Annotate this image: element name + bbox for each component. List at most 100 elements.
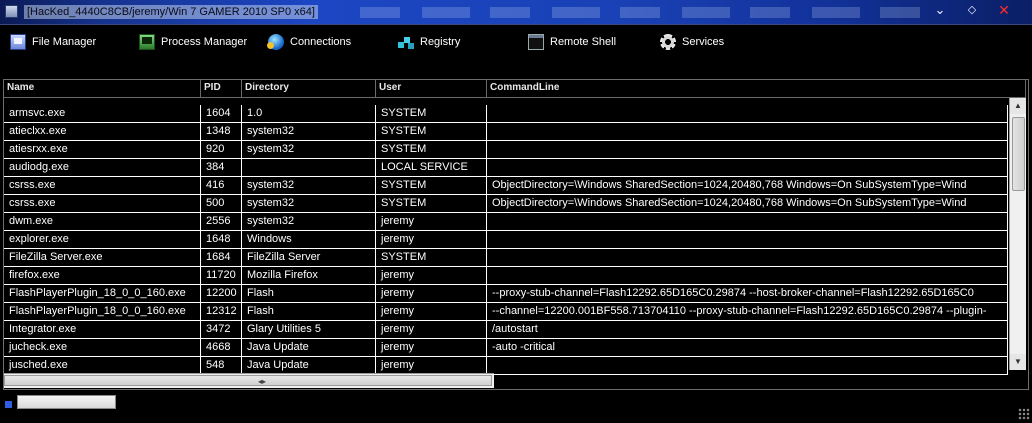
table-row[interactable]: csrss.exe 500 system32 SYSTEM ObjectDirector… [4, 195, 1008, 213]
table-row[interactable]: armsvc.exe 1604 1.0 SYSTEM [4, 105, 1008, 123]
registry-label: Registry [420, 36, 461, 48]
registry-button[interactable]: Registry [398, 33, 460, 51]
cell-commandline [487, 267, 1008, 284]
cell-commandline: ObjectDirectory=\Windows SharedSection=1… [487, 177, 1008, 194]
cell-pid: 920 [201, 141, 242, 158]
cell-directory: Flash [242, 303, 376, 320]
toolbar: File Manager Process Manager Connections… [0, 25, 1032, 75]
scroll-down-arrow-icon[interactable]: ▼ [1010, 354, 1026, 370]
file-manager-icon [10, 34, 26, 50]
cell-pid: 4668 [201, 339, 242, 356]
table-row[interactable]: jucheck.exe 4668 Java Update jeremy -auto -c… [4, 339, 1008, 357]
cell-user: jeremy [376, 339, 487, 356]
cell-name: atiesrxx.exe [4, 141, 201, 158]
cell-user: jeremy [376, 303, 487, 320]
cell-directory: system32 [242, 213, 376, 230]
cell-user: jeremy [376, 321, 487, 338]
cell-directory: 1.0 [242, 105, 376, 122]
cell-name: jusched.exe [4, 357, 201, 374]
cell-commandline [487, 159, 1008, 176]
column-header-commandline[interactable]: CommandLine [487, 80, 1026, 98]
cell-directory: Mozilla Firefox [242, 267, 376, 284]
cell-name: FlashPlayerPlugin_18_0_0_160.exe [4, 303, 201, 320]
cell-commandline: -auto -critical [487, 339, 1008, 356]
column-header-user[interactable]: User [376, 80, 487, 98]
table-row[interactable]: Integrator.exe 3472 Glary Utilities 5 jerem… [4, 321, 1008, 339]
file-manager-button[interactable]: File Manager [10, 33, 96, 51]
column-header-directory[interactable]: Directory [242, 80, 376, 98]
connections-label: Connections [290, 36, 352, 48]
cell-name: csrss.exe [4, 195, 201, 212]
table-row[interactable]: atiesrxx.exe 920 system32 SYSTEM [4, 141, 1008, 159]
vertical-scroll-thumb[interactable] [1012, 117, 1025, 191]
table-row[interactable]: csrss.exe 416 system32 SYSTEM ObjectDirector… [4, 177, 1008, 195]
cell-directory: Windows [242, 231, 376, 248]
cell-user: SYSTEM [376, 195, 487, 212]
title-bar: [HacKed_4440C8CB/jeremy/Win 7 GAMER 2010… [0, 0, 1032, 25]
cell-name: explorer.exe [4, 231, 201, 248]
cell-directory: system32 [242, 141, 376, 158]
cell-pid: 384 [201, 159, 242, 176]
cell-commandline [487, 249, 1008, 266]
resize-grip-icon[interactable] [1018, 408, 1030, 420]
table-row[interactable]: explorer.exe 1648 Windows jeremy [4, 231, 1008, 249]
cell-pid: 548 [201, 357, 242, 374]
cell-commandline: --channel=12200.001BF558.713704110 --pro… [487, 303, 1008, 320]
cell-directory: system32 [242, 123, 376, 140]
cell-commandline [487, 213, 1008, 230]
globe-icon [267, 34, 284, 50]
cell-directory: system32 [242, 195, 376, 212]
cell-commandline: ObjectDirectory=\Windows SharedSection=1… [487, 195, 1008, 212]
cell-pid: 500 [201, 195, 242, 212]
horizontal-scrollbar[interactable]: ◂▸ [4, 373, 494, 388]
cell-user: jeremy [376, 213, 487, 230]
cell-pid: 2556 [201, 213, 242, 230]
window-title: [HacKed_4440C8CB/jeremy/Win 7 GAMER 2010… [24, 5, 318, 19]
cell-user: SYSTEM [376, 177, 487, 194]
cell-directory: Java Update [242, 339, 376, 356]
table-row[interactable]: atieclxx.exe 1348 system32 SYSTEM [4, 123, 1008, 141]
table-row[interactable]: FileZilla Server.exe 1684 FileZilla Server… [4, 249, 1008, 267]
cell-user: LOCAL SERVICE [376, 159, 487, 176]
cell-user: SYSTEM [376, 141, 487, 158]
table-row[interactable]: FlashPlayerPlugin_18_0_0_160.exe 12312 Fla… [4, 303, 1008, 321]
close-button[interactable]: ✕ [990, 0, 1018, 20]
minimize-button[interactable]: ⌄ [926, 0, 954, 20]
cell-name: atieclxx.exe [4, 123, 201, 140]
table-header: Name PID Directory User CommandLine [4, 80, 1026, 98]
services-button[interactable]: Services [660, 33, 724, 51]
cell-user: jeremy [376, 231, 487, 248]
cell-directory: FileZilla Server [242, 249, 376, 266]
cell-user: jeremy [376, 267, 487, 284]
process-manager-icon [139, 34, 155, 50]
cell-pid: 3472 [201, 321, 242, 338]
remote-shell-button[interactable]: Remote Shell [528, 33, 616, 51]
cell-name: Integrator.exe [4, 321, 201, 338]
window-icon[interactable] [5, 5, 18, 18]
cell-user: SYSTEM [376, 105, 487, 122]
table-row[interactable]: FlashPlayerPlugin_18_0_0_160.exe 12200 Fla… [4, 285, 1008, 303]
table-row[interactable]: firefox.exe 11720 Mozilla Firefox jeremy [4, 267, 1008, 285]
maximize-button[interactable]: ◇ [958, 0, 986, 20]
cell-user: jeremy [376, 285, 487, 302]
horizontal-scroll-thumb[interactable]: ◂▸ [4, 375, 492, 386]
cell-commandline: --proxy-stub-channel=Flash12292.65D165C0… [487, 285, 1008, 302]
cell-directory: system32 [242, 177, 376, 194]
cell-pid: 12200 [201, 285, 242, 302]
table-body: armsvc.exe 1604 1.0 SYSTEM atieclxx.exe 1348… [4, 105, 1008, 375]
cell-name: jucheck.exe [4, 339, 201, 356]
process-manager-button[interactable]: Process Manager [139, 33, 247, 51]
table-row[interactable]: dwm.exe 2556 system32 jeremy [4, 213, 1008, 231]
cell-directory: Flash [242, 285, 376, 302]
table-row[interactable]: audiodg.exe 384 LOCAL SERVICE [4, 159, 1008, 177]
file-manager-label: File Manager [32, 36, 97, 48]
process-manager-label: Process Manager [161, 36, 248, 48]
scroll-grip-icon: ◂▸ [258, 377, 267, 386]
scroll-up-arrow-icon[interactable]: ▲ [1010, 98, 1026, 114]
connections-button[interactable]: Connections [267, 33, 352, 51]
vertical-scrollbar[interactable]: ▲ ▼ [1009, 98, 1026, 370]
cell-commandline [487, 123, 1008, 140]
column-header-name[interactable]: Name [4, 80, 201, 98]
cell-user: jeremy [376, 357, 487, 374]
column-header-pid[interactable]: PID [201, 80, 242, 98]
